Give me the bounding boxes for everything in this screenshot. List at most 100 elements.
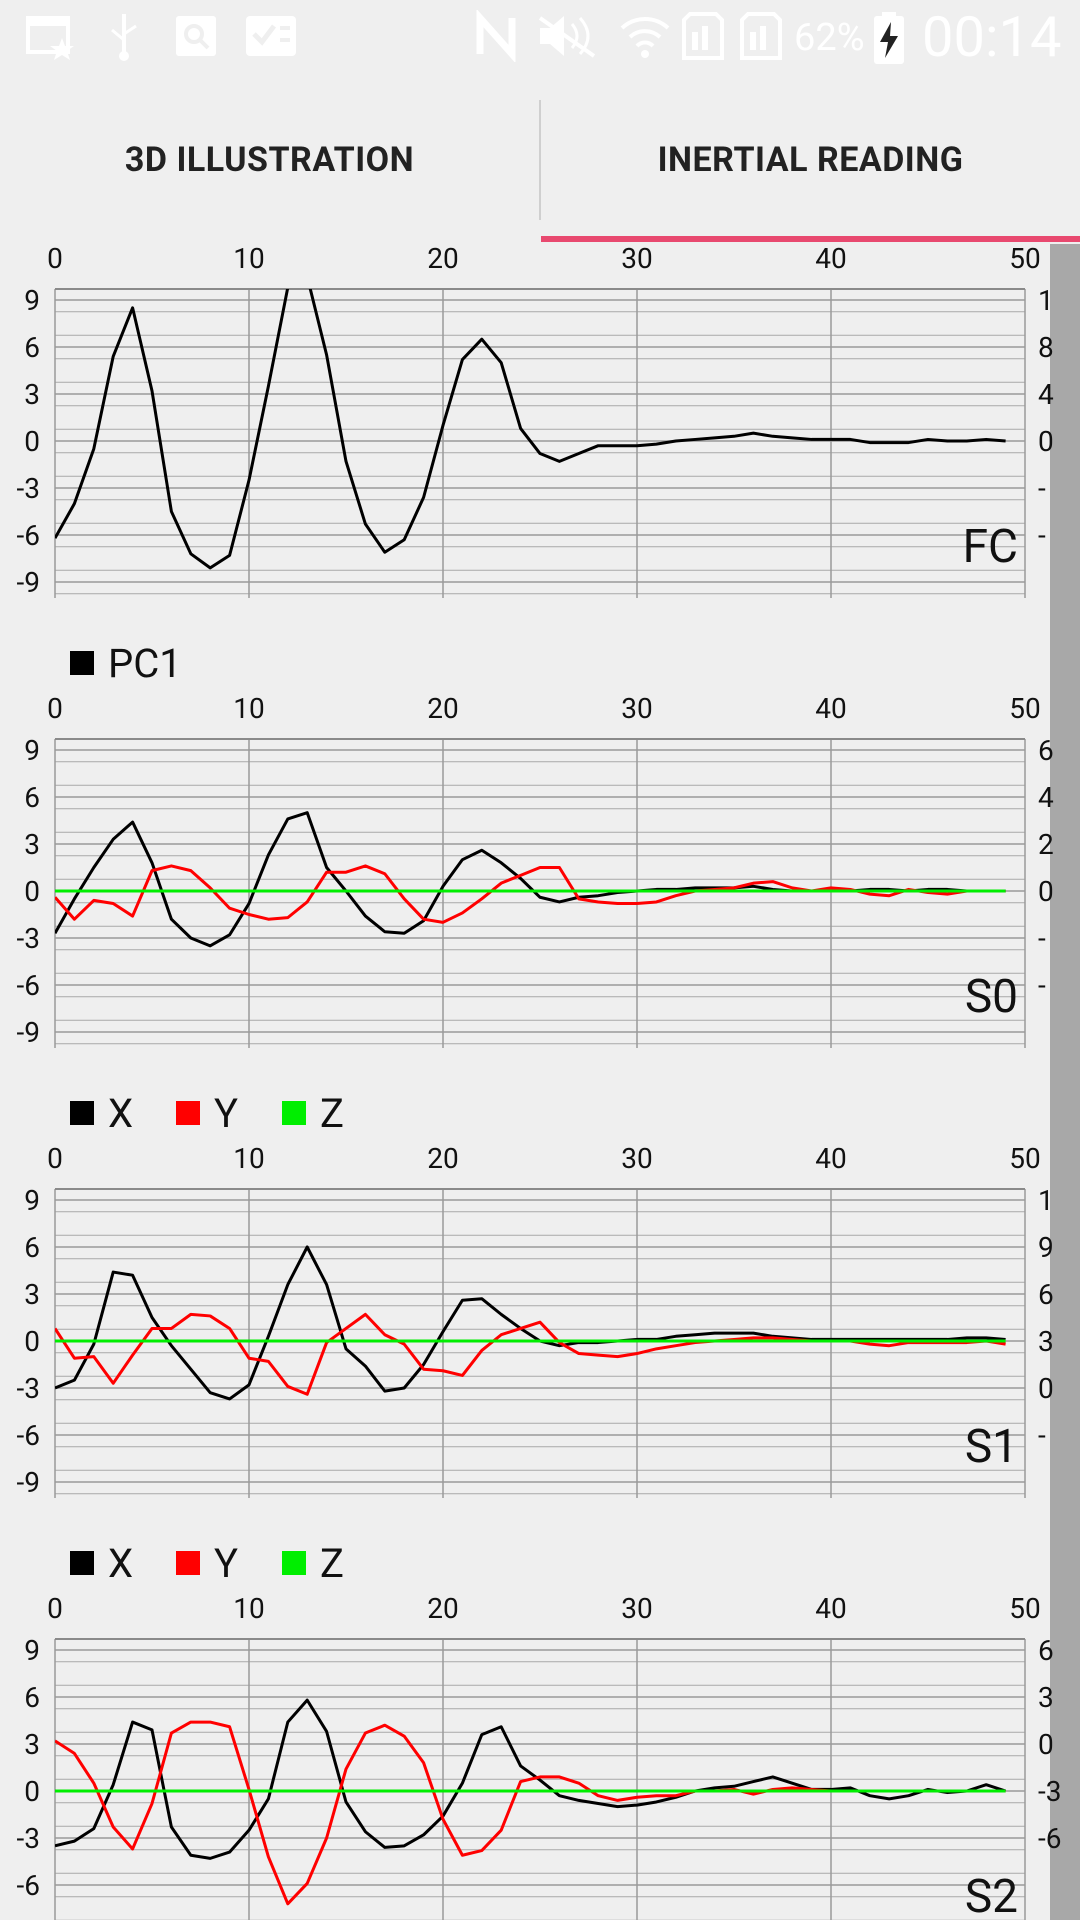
legend-label-y: Y — [214, 1540, 238, 1587]
x-tick-label: 30 — [621, 1592, 652, 1625]
series-line-1 — [55, 864, 1006, 924]
y-tick-label: -9 — [17, 1016, 40, 1049]
chart-s1: X Y Z0 10 20 30 40 509630-3-6-919630-S1 — [17, 1090, 1054, 1499]
x-tick-label: 20 — [427, 692, 458, 725]
right-axis-tick-label: -6 — [1038, 1822, 1061, 1855]
mute-icon — [536, 10, 602, 75]
image-search-icon — [174, 10, 220, 75]
y-tick-label: 6 — [24, 331, 40, 364]
legend-label-x: X — [108, 1540, 133, 1587]
x-tick-label: 0 — [47, 692, 63, 725]
legend-swatch-y — [176, 1101, 200, 1125]
x-tick-label: 40 — [815, 1592, 846, 1625]
y-tick-label: 3 — [24, 378, 40, 411]
series-group — [55, 289, 1006, 570]
right-axis-tick-label: 0 — [1038, 1728, 1054, 1761]
status-time: 00:14 — [922, 4, 1062, 70]
sim2-icon — [738, 10, 784, 75]
chart-s0: PC10 10 20 30 40 509630-3-6-96420--S0 — [17, 640, 1054, 1049]
legend-label-z: Z — [320, 1540, 344, 1587]
right-axis-tick-label: 0 — [1038, 425, 1054, 458]
x-tick-label: 30 — [621, 692, 652, 725]
x-tick-label: 50 — [1009, 1592, 1040, 1625]
charts-area: 0 10 20 30 40 509630-3-6-91840--FCPC10 10 20 30 4… — [17, 244, 1061, 1920]
y-tick-label: 0 — [24, 425, 40, 458]
right-axis-tick-label: 6 — [1038, 734, 1054, 767]
y-tick-label: 3 — [24, 1728, 40, 1761]
tab-inertial-reading[interactable]: INERTIAL READING — [541, 78, 1080, 242]
legend-label-y: Y — [214, 1090, 238, 1137]
y-tick-label: 9 — [24, 284, 40, 317]
legend-swatch-z — [282, 1101, 306, 1125]
chart-title: FC — [963, 520, 1018, 574]
x-tick-label: 50 — [1009, 692, 1040, 725]
right-axis-tick-label: - — [1038, 1419, 1046, 1452]
right-axis-tick-label: -3 — [1038, 1775, 1061, 1808]
x-tick-label: 50 — [1009, 1142, 1040, 1175]
series-line-1 — [55, 1720, 1006, 1906]
legend-swatch-pc1 — [70, 651, 94, 675]
y-tick-label: -3 — [17, 1822, 40, 1855]
status-bar: 62% 00:14 — [0, 0, 1080, 78]
y-tick-label: -3 — [17, 472, 40, 505]
tab-bar: 3D ILLUSTRATION INERTIAL READING — [0, 78, 1080, 244]
x-tick-label: 40 — [815, 1142, 846, 1175]
legend-label-z: Z — [320, 1090, 344, 1137]
y-tick-label: 9 — [24, 1184, 40, 1217]
y-tick-label: -3 — [17, 922, 40, 955]
tab-3d-illustration[interactable]: 3D ILLUSTRATION — [0, 78, 539, 242]
battery-percent: 62% — [794, 16, 865, 60]
right-axis-tick-label: 4 — [1038, 378, 1054, 411]
y-tick-label: -9 — [17, 1466, 40, 1499]
x-tick-label: 0 — [47, 1592, 63, 1625]
active-tab-indicator — [541, 236, 1080, 242]
right-axis-tick-label: - — [1038, 519, 1046, 552]
right-axis-tick-label: 9 — [1038, 1231, 1054, 1264]
wifi-icon — [618, 10, 672, 75]
right-axis-tick-label: 1 — [1038, 1184, 1054, 1217]
x-tick-label: 10 — [233, 1592, 264, 1625]
calendar-star-icon — [24, 10, 76, 75]
x-tick-label: 0 — [47, 244, 63, 275]
y-tick-label: 9 — [24, 734, 40, 767]
y-tick-label: 6 — [24, 1681, 40, 1714]
series-line-0 — [55, 289, 1006, 570]
x-tick-label: 50 — [1009, 244, 1040, 275]
y-tick-label: 0 — [24, 875, 40, 908]
checklist-icon — [244, 10, 298, 75]
y-tick-label: -6 — [17, 969, 40, 1002]
y-tick-label: 9 — [24, 1634, 40, 1667]
right-axis-tick-label: 6 — [1038, 1278, 1054, 1311]
right-axis-tick-label: 4 — [1038, 781, 1054, 814]
legend-label-x: X — [108, 1090, 133, 1137]
y-tick-label: -6 — [17, 1869, 40, 1902]
x-tick-label: 20 — [427, 244, 458, 275]
y-tick-label: 0 — [24, 1775, 40, 1808]
chart-title: S2 — [965, 1870, 1018, 1920]
y-tick-label: -6 — [17, 1419, 40, 1452]
sim1-icon — [680, 10, 726, 75]
right-axis-tick-label: 1 — [1038, 284, 1054, 317]
right-axis-tick-label: 0 — [1038, 875, 1054, 908]
y-tick-label: 6 — [24, 1231, 40, 1264]
x-tick-label: 40 — [815, 692, 846, 725]
chart-fc: 0 10 20 30 40 509630-3-6-91840--FC — [17, 244, 1054, 599]
y-tick-label: -6 — [17, 519, 40, 552]
x-tick-label: 20 — [427, 1142, 458, 1175]
legend-swatch-z — [282, 1551, 306, 1575]
y-tick-label: -9 — [17, 566, 40, 599]
chart-title: S1 — [965, 1420, 1018, 1474]
right-axis-tick-label: 0 — [1038, 1372, 1054, 1405]
right-axis-tick-label: 2 — [1038, 828, 1054, 861]
series-line-1 — [55, 1312, 1006, 1396]
y-tick-label: -3 — [17, 1372, 40, 1405]
legend-swatch-y — [176, 1551, 200, 1575]
legend-swatch-x — [70, 1551, 94, 1575]
x-tick-label: 10 — [233, 1142, 264, 1175]
right-axis-tick-label: 8 — [1038, 331, 1054, 364]
x-tick-label: 10 — [233, 244, 264, 275]
x-tick-label: 10 — [233, 692, 264, 725]
right-axis-tick-label: 3 — [1038, 1681, 1054, 1714]
y-tick-label: 0 — [24, 1325, 40, 1358]
legend-swatch-x — [70, 1101, 94, 1125]
